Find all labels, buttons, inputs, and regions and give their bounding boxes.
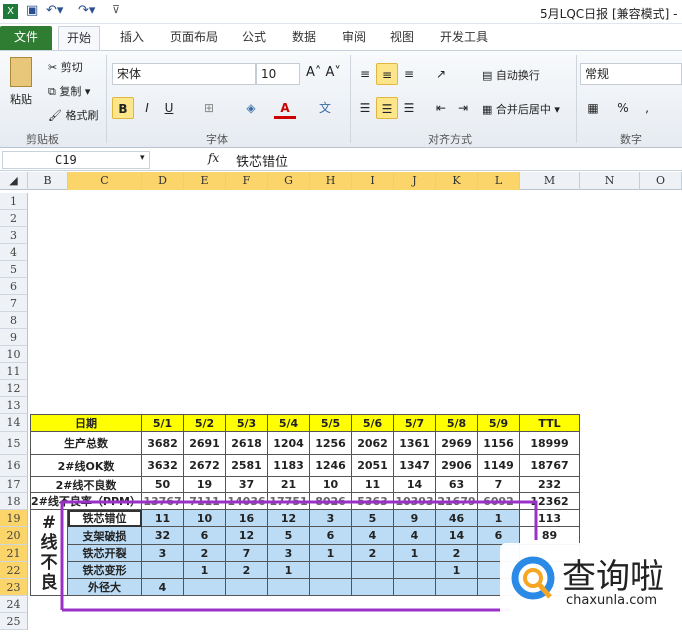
watermark-brand: 查询啦 [562, 557, 664, 597]
purple-highlight-box [60, 500, 538, 612]
watermark-url: chaxunla.com [566, 593, 657, 608]
watermark: 查询啦 chaxunla.com [500, 543, 682, 618]
watermark-logo-icon [511, 556, 555, 600]
